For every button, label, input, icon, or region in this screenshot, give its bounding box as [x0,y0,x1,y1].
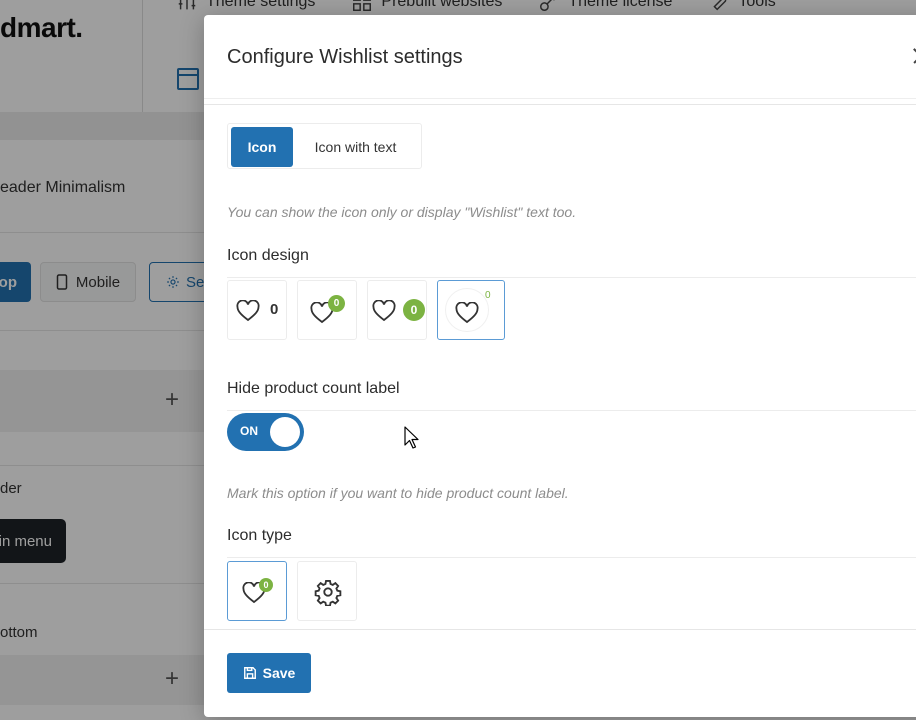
divider [227,277,916,278]
heart-icon [236,300,260,322]
icon-type-title: Icon type [227,527,292,544]
wishlist-settings-modal: Configure Wishlist settings Icon Icon wi… [204,15,916,717]
mouse-cursor-icon [404,426,419,449]
count-badge: 0 [403,299,425,321]
icon-design-option-2[interactable]: 0 [297,280,357,340]
icon-type-heart[interactable]: 0 [227,561,287,621]
save-button[interactable]: Save [227,653,311,693]
hide-count-toggle[interactable]: ON [227,413,304,451]
display-mode-selector: Icon Icon with text [227,123,422,169]
option-icon[interactable]: Icon [231,127,293,167]
gear-icon [314,579,342,606]
modal-title: Configure Wishlist settings [227,46,463,68]
count-label: 0 [270,301,279,318]
count-badge: 0 [259,578,273,592]
heart-icon [455,302,479,324]
floppy-disk-icon [243,667,256,679]
divider [204,629,916,630]
divider [227,557,916,558]
hide-count-title: Hide product count label [227,380,400,397]
icon-design-title: Icon design [227,247,309,264]
divider [227,410,916,411]
icon-type-gear[interactable] [297,561,357,621]
icon-design-option-3[interactable]: 0 [367,280,427,340]
hide-count-hint: Mark this option if you want to hide pro… [227,485,569,501]
save-label: Save [262,665,296,681]
icon-design-option-4[interactable]: 0 [437,280,505,340]
count-superscript: 0 [485,290,491,301]
toggle-knob [270,417,300,447]
display-mode-hint: You can show the icon only or display "W… [227,204,577,220]
option-icon-with-text[interactable]: Icon with text [293,127,418,167]
divider [204,104,916,105]
heart-icon [372,300,396,322]
close-icon[interactable] [910,44,916,68]
toggle-label: ON [240,424,258,438]
count-badge: 0 [328,295,345,312]
icon-design-option-1[interactable]: 0 [227,280,287,340]
modal-header: Configure Wishlist settings [204,15,916,99]
modal-body: Icon Icon with text You can show the ico… [204,99,916,629]
